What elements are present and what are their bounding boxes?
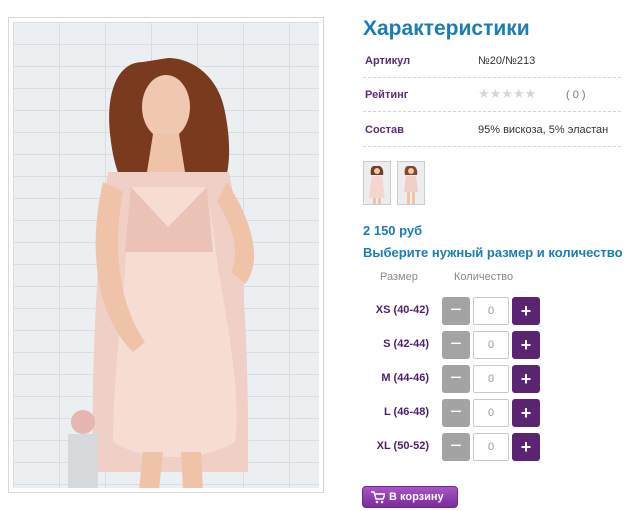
spec-label-article: Артикул [365,55,411,67]
size-label-l: L (46-48) [383,406,429,418]
size-label-m: M (44-46) [381,372,429,384]
spec-label-composition: Состав [365,124,404,136]
increase-xs-button[interactable]: + [512,297,540,325]
increase-m-button[interactable]: + [512,365,540,393]
spec-row-composition: Состав 95% вискоза, 5% эластан [363,112,621,147]
size-row-s: S (42-44) − + [363,331,563,359]
product-photo[interactable] [13,22,319,488]
spec-row-article: Артикул №20/№213 [363,43,621,78]
size-column-header: Размер [380,271,418,283]
quantity-input-xs[interactable] [473,297,509,325]
increase-s-button[interactable]: + [512,331,540,359]
spec-value-composition: 95% вискоза, 5% эластан [478,124,609,136]
decrease-s-button[interactable]: − [442,331,470,359]
product-photo-frame[interactable] [8,17,324,493]
size-label-s: S (42-44) [383,338,429,350]
size-row-xs: XS (40-42) − + [363,297,563,325]
increase-xl-button[interactable]: + [512,433,540,461]
size-row-l: L (46-48) − + [363,399,563,427]
spec-label-rating: Рейтинг [365,89,409,101]
spec-row-rating: Рейтинг ★★★★★ ( 0 ) [363,77,621,112]
thumbnail-1[interactable] [363,161,391,205]
thumbnail-1-image [369,166,385,204]
quantity-input-l[interactable] [473,399,509,427]
quantity-input-s[interactable] [473,331,509,359]
thumbnail-2[interactable] [397,161,425,205]
rating-stars[interactable]: ★★★★★ [478,86,536,102]
add-to-cart-button[interactable]: В корзину [362,486,458,508]
size-row-m: M (44-46) − + [363,365,563,393]
price: 2 150 руб [363,223,423,238]
cart-icon [371,491,385,504]
quantity-input-xl[interactable] [473,433,509,461]
rating-count: ( 0 ) [566,89,586,101]
size-label-xs: XS (40-42) [375,304,429,316]
add-to-cart-label: В корзину [389,491,444,503]
decrease-xl-button[interactable]: − [442,433,470,461]
model-illustration [68,58,255,488]
decrease-l-button[interactable]: − [442,399,470,427]
section-title: Характеристики [363,17,530,40]
size-prompt: Выберите нужный размер и количество [363,245,623,260]
decrease-xs-button[interactable]: − [442,297,470,325]
spec-value-article: №20/№213 [478,55,536,67]
size-row-xl: XL (50-52) − + [363,433,563,461]
size-label-xl: XL (50-52) [376,440,429,452]
thumbnail-2-image [404,166,418,204]
quantity-column-header: Количество [454,271,514,283]
decrease-m-button[interactable]: − [442,365,470,393]
quantity-input-m[interactable] [473,365,509,393]
increase-l-button[interactable]: + [512,399,540,427]
